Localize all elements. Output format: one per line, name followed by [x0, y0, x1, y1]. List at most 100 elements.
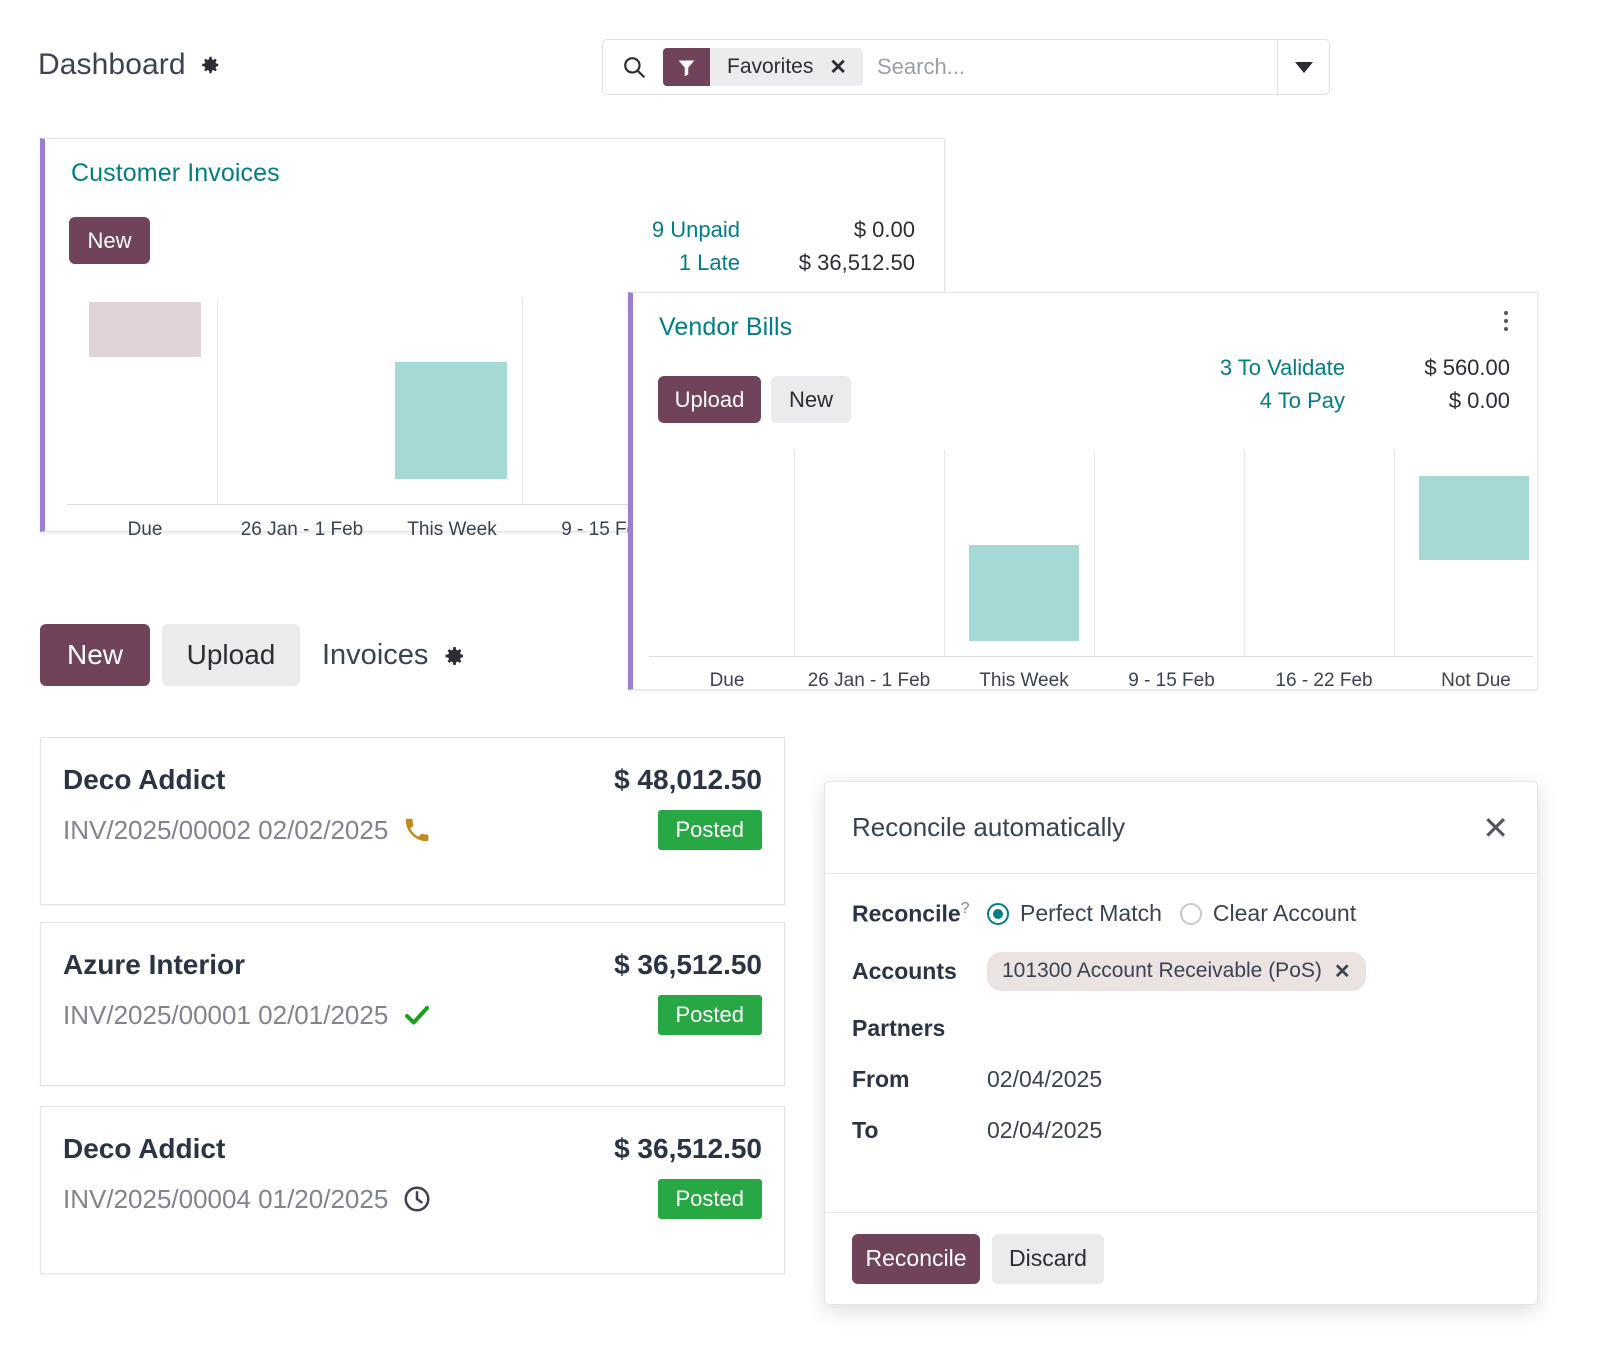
- invoice-row-header: Azure Interior $ 36,512.50: [41, 923, 784, 981]
- radio-mark[interactable]: [987, 902, 1009, 925]
- chart-gridline: [217, 298, 218, 504]
- chart-bar-due[interactable]: [89, 302, 201, 357]
- field-label-to: To: [852, 1116, 879, 1143]
- invoice-row-header: Deco Addict $ 36,512.50: [41, 1107, 784, 1165]
- chart-tick-label: This Week: [979, 670, 1069, 691]
- invoice-amount: $ 36,512.50: [614, 1133, 762, 1164]
- field-value-from[interactable]: 02/04/2025: [987, 1066, 1102, 1093]
- facet-remove-icon[interactable]: ✕: [829, 57, 847, 78]
- field-value-to[interactable]: 02/04/2025: [987, 1117, 1102, 1144]
- invoice-reference-group: INV/2025/00002 02/02/2025: [63, 815, 432, 846]
- radio-group-reconcile-mode: Perfect Match Clear Account: [987, 900, 1356, 927]
- chart-tick-label: Due: [709, 670, 745, 691]
- search-facet-favorites[interactable]: Favorites ✕: [663, 48, 863, 86]
- search-input[interactable]: [876, 47, 1277, 87]
- gear-icon[interactable]: [442, 644, 464, 666]
- aggregate-label[interactable]: 4 To Pay: [1185, 388, 1345, 414]
- chart-gridline: [522, 298, 523, 504]
- control-panel: Dashboard Favorites ✕: [0, 0, 1600, 122]
- phone-icon[interactable]: [402, 815, 432, 845]
- close-icon[interactable]: ✕: [1482, 812, 1509, 844]
- aggregate-label[interactable]: 1 Late: [590, 250, 740, 276]
- invoice-row-footer: INV/2025/00002 02/02/2025 Posted: [41, 796, 784, 872]
- field-partners: Partners: [852, 1015, 1509, 1042]
- field-label-from: From: [852, 1065, 910, 1092]
- vendor-bills-upload-button[interactable]: Upload: [658, 376, 761, 423]
- invoices-section-title: Invoices: [322, 639, 464, 672]
- aggregate-row: 4 To Pay $ 0.00: [1185, 388, 1515, 414]
- aggregate-value: $ 0.00: [1448, 388, 1510, 413]
- dialog-footer: Reconcile Discard: [825, 1212, 1537, 1304]
- chart-tick-label: 26 Jan - 1 Feb: [807, 670, 931, 691]
- card-vendor-bills[interactable]: Vendor Bills Upload New 3 To Validate $ …: [628, 292, 1538, 691]
- invoice-partner: Deco Addict: [63, 1133, 226, 1164]
- breadcrumb: Dashboard: [38, 48, 221, 82]
- card-title-vendor-bills[interactable]: Vendor Bills: [659, 313, 792, 342]
- invoice-row[interactable]: Azure Interior $ 36,512.50 INV/2025/0000…: [40, 922, 785, 1086]
- aggregate-row: 3 To Validate $ 560.00: [1185, 355, 1515, 381]
- reconcile-dialog: Reconcile automatically ✕ Reconcile? Per…: [824, 781, 1538, 1305]
- field-accounts: Accounts 101300 Account Receivable (PoS)…: [852, 951, 1509, 991]
- dialog-header: Reconcile automatically ✕: [825, 782, 1537, 874]
- aggregate-value: $ 36,512.50: [798, 250, 915, 275]
- search-bar[interactable]: Favorites ✕: [602, 39, 1330, 95]
- chart-gridline: [1244, 450, 1245, 656]
- chevron-down-icon: [1294, 61, 1313, 73]
- field-label-partners: Partners: [852, 1014, 946, 1041]
- card-title-customer-invoices[interactable]: Customer Invoices: [71, 159, 280, 188]
- accounts-tag[interactable]: 101300 Account Receivable (PoS) ✕: [987, 951, 1366, 991]
- aggregate-label[interactable]: 3 To Validate: [1185, 355, 1345, 381]
- invoice-row-footer: INV/2025/00001 02/01/2025 Posted: [41, 981, 784, 1057]
- field-label-reconcile: Reconcile?: [852, 900, 987, 928]
- status-badge: Posted: [657, 995, 762, 1035]
- chart-tick-label: 9 - 15 Feb: [1128, 670, 1215, 691]
- reconcile-confirm-button[interactable]: Reconcile: [852, 1233, 980, 1284]
- radio-option-perfect-match[interactable]: Perfect Match: [987, 900, 1162, 927]
- gear-icon[interactable]: [199, 54, 221, 76]
- search-icon: [621, 54, 647, 80]
- invoice-partner: Deco Addict: [63, 764, 226, 795]
- clock-icon[interactable]: [402, 1184, 432, 1214]
- invoice-row-footer: INV/2025/00004 01/20/2025 Posted: [41, 1165, 784, 1241]
- invoice-reference-group: INV/2025/00004 01/20/2025: [63, 1184, 432, 1215]
- accounts-tag-remove-icon[interactable]: ✕: [1334, 959, 1351, 984]
- chart-bar-this-week[interactable]: [395, 362, 507, 479]
- vendor-bills-chart: Due 26 Jan - 1 Feb This Week 9 - 15 Feb …: [649, 448, 1533, 691]
- vendor-bills-aggregates: 3 To Validate $ 560.00 4 To Pay $ 0.00: [1185, 355, 1515, 421]
- invoice-row[interactable]: Deco Addict $ 48,012.50 INV/2025/00002 0…: [40, 737, 785, 905]
- aggregate-value: $ 0.00: [853, 217, 915, 242]
- radio-label: Clear Account: [1212, 900, 1357, 927]
- dialog-body: Reconcile? Perfect Match Clear Account A…: [825, 874, 1537, 1144]
- chart-tick-label: Not Due: [1441, 670, 1511, 691]
- search-dropdown-toggle[interactable]: [1277, 40, 1329, 94]
- chart-bar-not-due[interactable]: [1419, 476, 1529, 560]
- kebab-menu-icon[interactable]: [1493, 307, 1519, 335]
- aggregate-label[interactable]: 9 Unpaid: [590, 217, 740, 243]
- invoices-upload-button[interactable]: Upload: [162, 624, 300, 686]
- customer-invoices-new-button[interactable]: New: [69, 217, 150, 264]
- dialog-title: Reconcile automatically: [852, 812, 1126, 842]
- vendor-bills-new-button[interactable]: New: [771, 376, 851, 423]
- status-badge: Posted: [657, 1179, 762, 1219]
- chart-gridline: [794, 450, 795, 656]
- chart-tick-label: 16 - 22 Feb: [1275, 670, 1373, 691]
- field-to: To 02/04/2025: [852, 1117, 1509, 1144]
- invoices-new-button[interactable]: New: [40, 624, 150, 686]
- chart-gridline: [944, 450, 945, 656]
- chart-axis: [649, 656, 1533, 657]
- radio-mark[interactable]: [1179, 902, 1202, 925]
- chart-tick-label: Due: [127, 519, 163, 540]
- field-reconcile-mode: Reconcile? Perfect Match Clear Account: [852, 900, 1509, 928]
- discard-button[interactable]: Discard: [992, 1233, 1104, 1284]
- aggregate-value: $ 560.00: [1424, 355, 1510, 380]
- invoice-row[interactable]: Deco Addict $ 36,512.50 INV/2025/00004 0…: [40, 1106, 785, 1274]
- accounts-tag-label: 101300 Account Receivable (PoS): [1002, 959, 1322, 983]
- radio-option-clear-account[interactable]: Clear Account: [1179, 900, 1357, 927]
- invoice-amount: $ 48,012.50: [614, 764, 762, 795]
- page-title: Dashboard: [38, 48, 186, 81]
- chart-bar-this-week[interactable]: [969, 545, 1079, 641]
- invoice-reference: INV/2025/00002 02/02/2025: [63, 814, 389, 845]
- check-icon[interactable]: [402, 1000, 432, 1030]
- help-marker[interactable]: ?: [961, 900, 970, 917]
- invoice-amount: $ 36,512.50: [614, 949, 762, 980]
